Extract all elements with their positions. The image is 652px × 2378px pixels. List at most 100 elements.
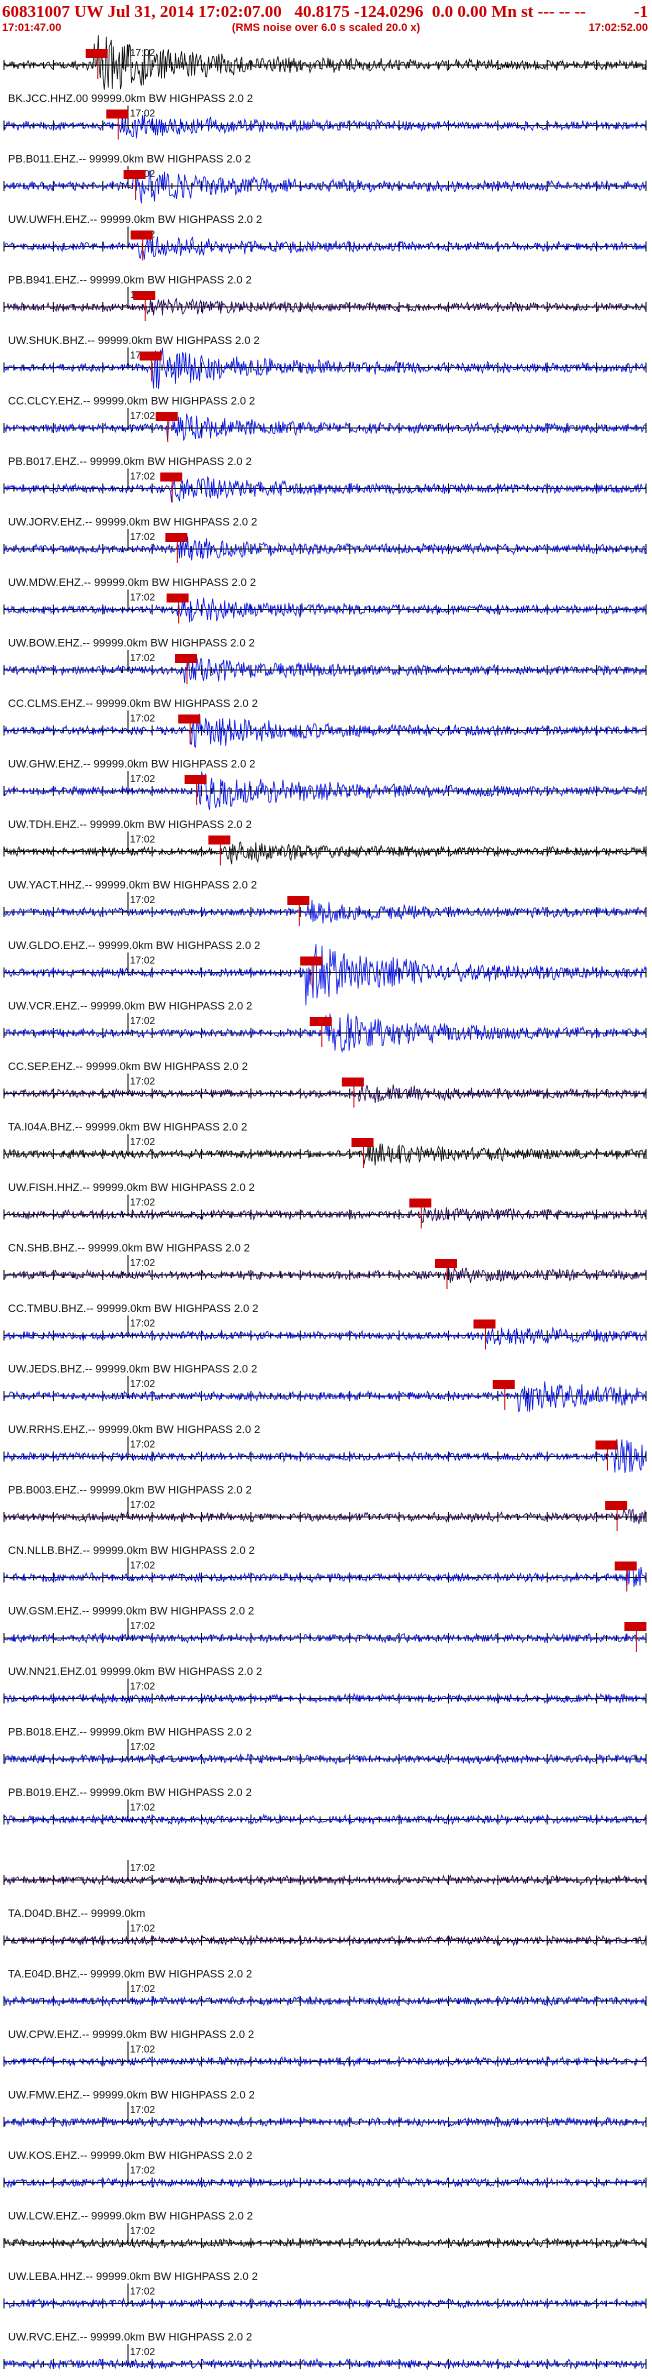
trace-row: 17:02 TA.D04D.BHZ.-- 99999.0km (3, 1860, 647, 1920)
pick-marker (434, 1259, 457, 1268)
minute-label: 17:02 (130, 1863, 155, 1874)
minute-label: 17:02 (130, 109, 155, 120)
waveform (3, 347, 647, 390)
trace-row: 17:02CC.CLCY.EHZ.-- 99999.0km BW HIGHPAS… (3, 347, 647, 408)
waveform (3, 944, 647, 1006)
trace-row: 17:02 BK.JCC.HHZ.00 99999.0km BW HIGHPASS… (3, 35, 647, 105)
minute-label: 17:02 (130, 1137, 155, 1148)
trace-row: 17:02 UW.YACT.HHZ.-- 99999.0km BW HIGHPAS… (3, 831, 647, 892)
minute-label: 17:02 (130, 48, 155, 59)
station-label: UW.FMW.EHZ.-- 99999.0km BW HIGHPASS 2.0 … (8, 2090, 255, 2102)
pick-marker (160, 472, 183, 482)
pick-marker (184, 775, 207, 784)
trace-row: 17:02 TA.I04A.BHZ.-- 99999.0km BW HIGHPAS… (3, 1073, 647, 1134)
station-label: UW.YACT.HHZ.-- 99999.0km BW HIGHPASS 2.0… (8, 880, 257, 892)
trace-row: 17:02 PB.B018.EHZ.-- 99999.0km BW HIGHPAS… (3, 1678, 647, 1739)
trace-row: 17:02 PB.B019.EHZ.-- 99999.0km BW HIGHPAS… (3, 1739, 647, 1799)
station-label: UW.LCW.EHZ.-- 99999.0km BW HIGHPASS 2.0 … (8, 2211, 253, 2223)
minute-label: 17:02 (130, 1621, 155, 1632)
station-label: PB.B018.EHZ.-- 99999.0km BW HIGHPASS 2.0… (8, 1727, 252, 1739)
minute-label: 17:02 (130, 714, 155, 725)
waveform (3, 1381, 647, 1413)
station-label: UW.SHUK.BHZ.-- 99999.0km BW HIGHPASS 2.0… (8, 335, 260, 347)
trace-row: 17:02 UW.JEDS.BHZ.-- 99999.0km BW HIGHPAS… (3, 1315, 647, 1376)
station-label: CC.TMBU.BHZ.-- 99999.0km BW HIGHPASS 2.0… (8, 1303, 258, 1315)
trace-row: 17:02 (3, 1799, 647, 1826)
station-label: CN.NLLB.BHZ.-- 99999.0km BW HIGHPASS 2.0… (8, 1545, 255, 1557)
trace-row: 17:02UW.SMW.EHZ.-- 99999.0km BW HIGHPASS… (3, 2344, 647, 2371)
station-label: PB.B011.EHZ.-- 99999.0km BW HIGHPASS 2.0… (8, 154, 251, 166)
trace-row: 17:02 CN.SHB.BHZ.-- 99999.0km BW HIGHPASS… (3, 1194, 647, 1255)
trace-row: 17:02 UW.NN21.EHZ.01 99999.0km BW HIGHPAS… (3, 1618, 647, 1678)
minute-label: 17:02 (130, 1803, 155, 1814)
trace-row: 17:02 PB.B011.EHZ.-- 99999.0km BW HIGHPAS… (3, 105, 647, 166)
station-label: UW.TDH.EHZ.-- 99999.0km BW HIGHPASS 2.0 … (8, 819, 252, 831)
station-label: UW.RRHS.EHZ.-- 99999.0km BW HIGHPASS 2.0… (8, 1424, 260, 1436)
station-label: UW.GHW.EHZ.-- 99999.0km BW HIGHPASS 2.0 … (8, 759, 255, 771)
station-label: UW.JORV.EHZ.-- 99999.0km BW HIGHPASS 2.0… (8, 517, 257, 529)
station-label: TA.D04D.BHZ.-- 99999.0km (8, 1908, 145, 1920)
minute-label: 17:02 (130, 1742, 155, 1753)
minute-label: 17:02 (130, 532, 155, 543)
trace-row: 17:02 UW.VCR.EHZ.-- 99999.0km BW HIGHPASS… (3, 944, 647, 1013)
waveform (3, 235, 647, 260)
pick-marker (492, 1380, 515, 1389)
trace-row: 17:02UW.UWFH.EHZ.-- 99999.0km BW HIGHPAS… (3, 166, 647, 226)
trace-row: 17:02 CC.TMBU.BHZ.-- 99999.0km BW HIGHPAS… (3, 1255, 647, 1315)
pick-marker (85, 49, 108, 58)
pick-marker (133, 291, 156, 300)
station-label: PB.B941.EHZ.-- 99999.0km BW HIGHPASS 2.0… (8, 275, 252, 287)
station-label: UW.UWFH.EHZ.-- 99999.0km BW HIGHPASS 2.0… (8, 214, 262, 226)
minute-label: 17:02 (130, 1500, 155, 1511)
minute-label: 17:02 (130, 653, 155, 664)
waveform (3, 1326, 647, 1346)
pick-marker (155, 412, 178, 421)
pick-marker (130, 230, 153, 240)
station-label: BK.JCC.HHZ.00 99999.0km BW HIGHPASS 2.0 … (8, 93, 253, 105)
pick-marker (595, 1440, 618, 1450)
minute-label: 17:02 (130, 2287, 155, 2298)
station-label: CC.CLMS.EHZ.-- 99999.0km BW HIGHPASS 2.0… (8, 698, 258, 710)
pick-marker (287, 896, 310, 905)
station-label: TA.E04D.BHZ.-- 99999.0km BW HIGHPASS 2.0… (8, 1969, 252, 1981)
trace-row: 17:02 CC.CLMS.EHZ.-- 99999.0km BW HIGHPAS… (3, 650, 647, 710)
minute-label: 17:02 (130, 1440, 155, 1451)
station-label: UW.VCR.EHZ.-- 99999.0km BW HIGHPASS 2.0 … (8, 1001, 252, 1013)
trace-row: 17:02 UW.FISH.HHZ.-- 99999.0km BW HIGHPAS… (3, 1134, 647, 1194)
trace-row: 17:02 UW.TDH.EHZ.-- 99999.0km BW HIGHPASS… (3, 771, 647, 831)
pick-marker (174, 654, 197, 663)
trace-row: 17:02 UW.GLDO.EHZ.-- 99999.0km BW HIGHPAS… (3, 892, 647, 952)
minute-label: 17:02 (130, 1319, 155, 1330)
pick-marker (309, 1017, 332, 1026)
minute-label: 17:02 (130, 2166, 155, 2177)
minute-label: 17:02 (130, 1077, 155, 1088)
minute-label: 17:02 (130, 774, 155, 785)
trace-row: 17:02 CC.SEP.EHZ.-- 99999.0km BW HIGHPASS… (3, 1013, 647, 1073)
pick-marker (208, 835, 231, 845)
pick-marker (300, 956, 323, 966)
station-label: PB.B003.EHZ.-- 99999.0km BW HIGHPASS 2.0… (8, 1485, 252, 1497)
trace-row: 17:02 UW.MDW.EHZ.-- 99999.0km BW HIGHPASS… (3, 529, 647, 589)
minute-label: 17:02 (130, 2226, 155, 2237)
station-label: UW.NN21.EHZ.01 99999.0km BW HIGHPASS 2.0… (8, 1666, 262, 1678)
pick-marker (409, 1198, 432, 1208)
trace-row: 17:02 UW.JORV.EHZ.-- 99999.0km BW HIGHPAS… (3, 468, 647, 529)
station-label: UW.BOW.EHZ.-- 99999.0km BW HIGHPASS 2.0 … (8, 638, 255, 650)
station-label: UW.GLDO.EHZ.-- 99999.0km BW HIGHPASS 2.0… (8, 940, 260, 952)
waveform (3, 35, 647, 90)
station-label: CC.CLCY.EHZ.-- 99999.0km BW HIGHPASS 2.0… (8, 396, 255, 408)
station-label: UW.RVC.EHZ.-- 99999.0km BW HIGHPASS 2.0 … (8, 2332, 252, 2344)
waveform (3, 413, 647, 442)
trace-row: 17:02 UW.KOS.EHZ.-- 99999.0km BW HIGHPASS… (3, 2102, 647, 2162)
pick-marker (165, 533, 188, 542)
minute-label: 17:02 (130, 2045, 155, 2056)
minute-label: 17:02 (130, 1924, 155, 1935)
pick-marker (473, 1319, 496, 1329)
trace-row: 17:02 UW.CPW.EHZ.-- 99999.0km BW HIGHPASS… (3, 1981, 647, 2041)
minute-label: 17:02 (130, 1258, 155, 1269)
station-label: UW.GSM.EHZ.-- 99999.0km BW HIGHPASS 2.0 … (8, 1606, 254, 1618)
waveform (3, 841, 647, 865)
pick-marker (341, 1077, 364, 1087)
minute-label: 17:02 (130, 2347, 155, 2358)
trace-row: 17:02 UW.GSM.EHZ.-- 99999.0km BW HIGHPASS… (3, 1557, 647, 1618)
